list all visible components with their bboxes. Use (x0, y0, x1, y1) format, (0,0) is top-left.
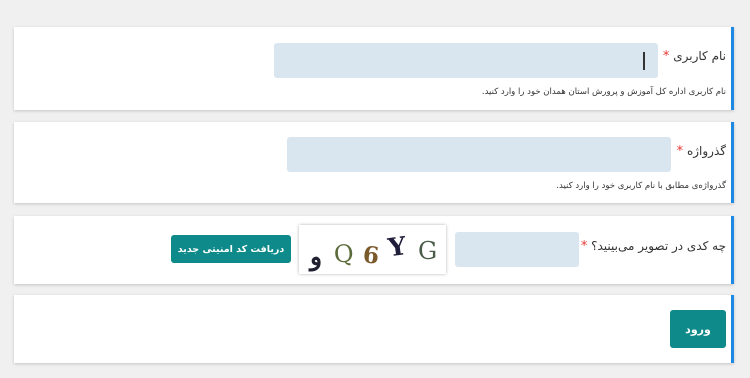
required-mark: * (676, 144, 684, 159)
username-label: نام کاربری * (663, 49, 726, 64)
required-mark: * (580, 239, 588, 254)
captcha-image-graphic: و Q 6 Y G (308, 231, 437, 272)
username-label-text: نام کاربری (673, 49, 726, 63)
submit-card (14, 295, 734, 363)
password-label-text: گذرواژه (686, 144, 726, 158)
captcha-image: و Q 6 Y G (299, 225, 446, 274)
refresh-captcha-button[interactable]: دریافت کد امنیتی جدید (171, 235, 291, 263)
password-label: گذرواژه * (677, 144, 726, 159)
svg-text:Q: Q (333, 239, 355, 268)
svg-text:و: و (308, 242, 322, 272)
captcha-label: چه کدی در تصویر می‌بینید؟ * (581, 239, 726, 254)
username-hint: نام کاربری اداره کل آموزش و پرورش استان … (481, 87, 726, 97)
svg-text:6: 6 (362, 241, 381, 270)
password-hint: گذرواژه‌ی مطابق با نام کاربری خود را وار… (556, 181, 726, 191)
captcha-label-text: چه کدی در تصویر می‌بینید؟ (591, 239, 726, 253)
text-caret (643, 52, 645, 70)
username-input[interactable] (274, 43, 658, 78)
svg-text:G: G (418, 237, 437, 265)
password-input[interactable] (287, 137, 671, 172)
svg-text:Y: Y (385, 231, 409, 263)
required-mark: * (662, 49, 670, 64)
captcha-input[interactable] (455, 232, 579, 267)
login-button[interactable]: ورود (670, 310, 726, 348)
